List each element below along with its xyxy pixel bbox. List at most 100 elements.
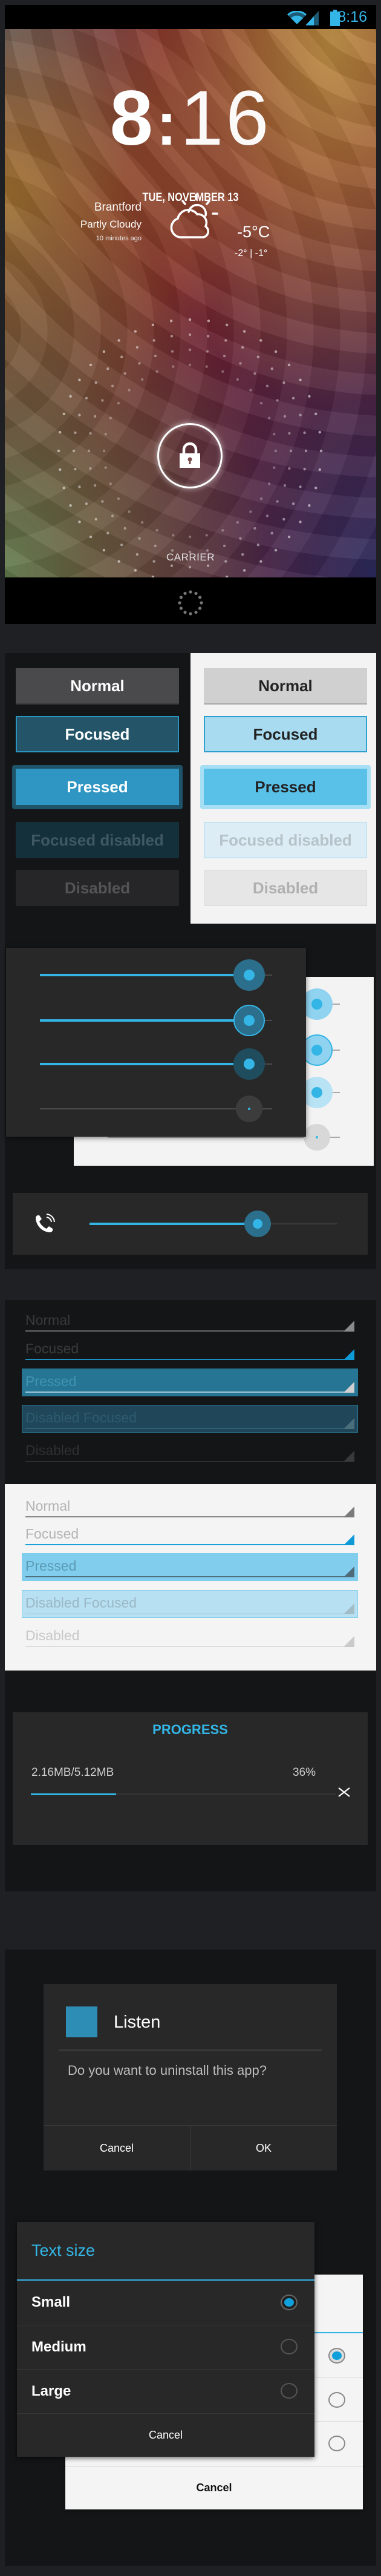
radio[interactable] xyxy=(328,2392,345,2408)
unlock-ring-dot xyxy=(291,396,295,400)
spinner-label: Normal xyxy=(25,1498,71,1514)
radio-selected[interactable] xyxy=(281,2295,298,2310)
radio[interactable] xyxy=(281,2339,298,2354)
light-cancel-button[interactable]: Cancel xyxy=(65,2466,363,2509)
light-spinner-focused[interactable]: Focused xyxy=(25,1521,354,1545)
spinner-pressed[interactable]: Pressed xyxy=(25,1368,354,1393)
list-item-medium[interactable]: Medium xyxy=(17,2325,314,2370)
volume-thumb[interactable] xyxy=(253,1219,263,1229)
button-normal[interactable]: Normal xyxy=(16,668,179,705)
unlock-ring-dot xyxy=(140,378,144,381)
unlock-ring-dot xyxy=(267,482,271,485)
clock-separator: : xyxy=(156,90,177,158)
button-pressed[interactable]: Pressed xyxy=(16,769,179,805)
spinner-focused[interactable]: Focused xyxy=(25,1336,354,1360)
unlock-ring-dot xyxy=(319,449,323,453)
unlock-ring-dot xyxy=(206,350,209,353)
light-spinner-normal[interactable]: Normal xyxy=(25,1493,354,1517)
ok-button[interactable]: OK xyxy=(190,2126,337,2170)
unlock-ring-dot xyxy=(117,497,120,501)
unlock-ring-dot xyxy=(128,510,131,513)
dropdown-triangle-icon xyxy=(344,1451,354,1462)
weather-range: -2° | -1° xyxy=(235,248,268,258)
radio-selected[interactable] xyxy=(328,2348,345,2364)
unlock-ring-dot xyxy=(241,346,244,349)
spinner-dot xyxy=(183,591,187,596)
unlock-ring-dot xyxy=(117,401,120,405)
unlock-ring-dot xyxy=(188,535,192,539)
unlock-ring-dot xyxy=(123,372,126,375)
clock-minutes: 16 xyxy=(180,75,272,162)
spinner-label: Disabled xyxy=(25,1628,80,1643)
cancel-button[interactable]: Cancel xyxy=(44,2126,190,2170)
progress-dialog: PROGRESS 2.16MB/5.12MB 36% xyxy=(13,1712,368,1845)
list-dialog-title: Text size xyxy=(31,2241,96,2259)
alert-title: Listen xyxy=(114,2012,161,2032)
unlock-ring-dot xyxy=(243,330,246,333)
slider-disabled xyxy=(6,948,306,1137)
clock-hours: 8 xyxy=(109,75,153,162)
unlock-ring-dot xyxy=(123,527,126,530)
unlock-handle[interactable] xyxy=(157,423,223,488)
list-item-label: Small xyxy=(31,2294,71,2310)
light-button-pressed[interactable]: Pressed xyxy=(204,769,367,805)
unlock-ring-dot xyxy=(223,544,226,548)
unlock-ring-dot xyxy=(273,433,276,436)
light-spinner-disabled: Disabled xyxy=(25,1623,354,1647)
unlock-ring-dot xyxy=(308,504,311,507)
spinner-dot xyxy=(200,601,203,605)
unlock-ring-dot xyxy=(314,412,318,416)
app-icon xyxy=(66,2006,97,2037)
unlock-ring-dot xyxy=(89,535,93,539)
unlock-ring-dot xyxy=(62,412,65,416)
close-icon[interactable] xyxy=(337,1786,351,1799)
light-button-disabled: Disabled xyxy=(204,870,367,906)
unlock-ring-dot xyxy=(274,449,278,453)
slider-thumb[interactable] xyxy=(315,1136,318,1138)
button-focused[interactable]: Focused xyxy=(16,716,179,752)
unlock-ring-dot xyxy=(205,534,208,537)
unlock-ring-dot xyxy=(134,330,137,333)
list-item-label: Medium xyxy=(31,2339,86,2355)
unlock-ring-dot xyxy=(94,518,97,521)
spinner-underline xyxy=(25,1330,354,1332)
light-button-focused[interactable]: Focused xyxy=(204,716,367,752)
unlock-ring-dot xyxy=(288,467,291,470)
list-cancel-button[interactable]: Cancel xyxy=(17,2414,314,2457)
unlock-ring-dot xyxy=(318,430,321,434)
unlock-ring-dot xyxy=(57,449,60,453)
unlock-ring-dot xyxy=(282,381,285,384)
light-button-normal[interactable]: Normal xyxy=(204,668,367,705)
unlock-ring-dot xyxy=(85,502,88,505)
unlock-ring-dot xyxy=(288,432,291,435)
unlock-ring-dot xyxy=(151,323,155,326)
dropdown-triangle-icon xyxy=(344,1506,354,1517)
dropdown-triangle-icon xyxy=(344,1603,354,1614)
dark-sliders-panel xyxy=(6,948,306,1137)
slider-thumb[interactable] xyxy=(247,1108,250,1110)
button-disabled: Disabled xyxy=(16,870,179,906)
unlock-ring-dot xyxy=(273,466,276,469)
unlock-ring-dot xyxy=(152,339,155,342)
volume-slider[interactable] xyxy=(13,1193,368,1255)
unlock-ring-dot xyxy=(299,378,302,381)
unlock-ring-dot xyxy=(221,528,224,532)
unlock-ring-dot xyxy=(221,370,224,373)
status-time: 8:16 xyxy=(337,8,367,25)
unlock-ring-dot xyxy=(62,486,65,490)
spinner-normal[interactable]: Normal xyxy=(25,1307,354,1332)
unlock-ring-dot xyxy=(109,416,112,419)
unlock-ring-dot xyxy=(59,430,62,434)
list-item-small[interactable]: Small xyxy=(17,2281,314,2325)
spinner-label: Disabled xyxy=(25,1442,80,1458)
dropdown-triangle-icon xyxy=(344,1418,354,1429)
lockscreen-wallpaper: 8:16 TUE, NOVEMBER 13 Brantford Partly C… xyxy=(5,29,376,577)
unlock-ring-dot xyxy=(85,396,88,400)
radio[interactable] xyxy=(328,2436,345,2451)
list-item-large[interactable]: Large xyxy=(17,2370,314,2413)
light-spinner-pressed[interactable]: Pressed xyxy=(25,1553,354,1577)
unlock-ring-dot xyxy=(89,363,93,367)
unlock-ring-dot xyxy=(225,323,229,326)
radio[interactable] xyxy=(281,2383,298,2399)
unlock-ring-dot xyxy=(102,350,106,353)
